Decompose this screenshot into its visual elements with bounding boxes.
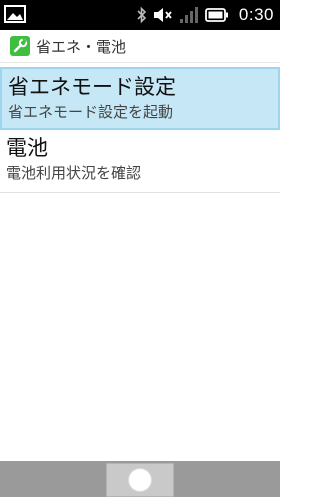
list-item-title: 電池 [6,136,48,160]
home-icon [129,469,151,491]
list-item-subtitle: 電池利用状況を確認 [6,164,142,182]
status-icons: 0:30 [137,0,274,30]
list-item-subtitle: 省エネモード設定を起動 [8,103,174,121]
list-item-title: 省エネモード設定 [8,75,176,99]
status-time: 0:30 [238,5,274,24]
mute-icon [153,5,173,25]
list-item-battery[interactable]: 電池 電池利用状況を確認 [0,130,280,193]
home-button[interactable] [106,463,174,497]
status-bar: 0:30 [0,0,280,30]
battery-icon [205,5,229,25]
title-bar: 省エネ・電池 [0,30,280,63]
page-title: 省エネ・電池 [36,37,127,56]
signal-icon [179,5,199,25]
bluetooth-icon [137,5,147,25]
wrench-icon [10,36,30,56]
settings-list: 省エネモード設定 省エネモード設定を起動 電池 電池利用状況を確認 [0,67,280,193]
list-item-power-saving-mode[interactable]: 省エネモード設定 省エネモード設定を起動 [0,67,280,130]
navigation-bar [0,461,280,497]
image-icon [4,4,26,24]
